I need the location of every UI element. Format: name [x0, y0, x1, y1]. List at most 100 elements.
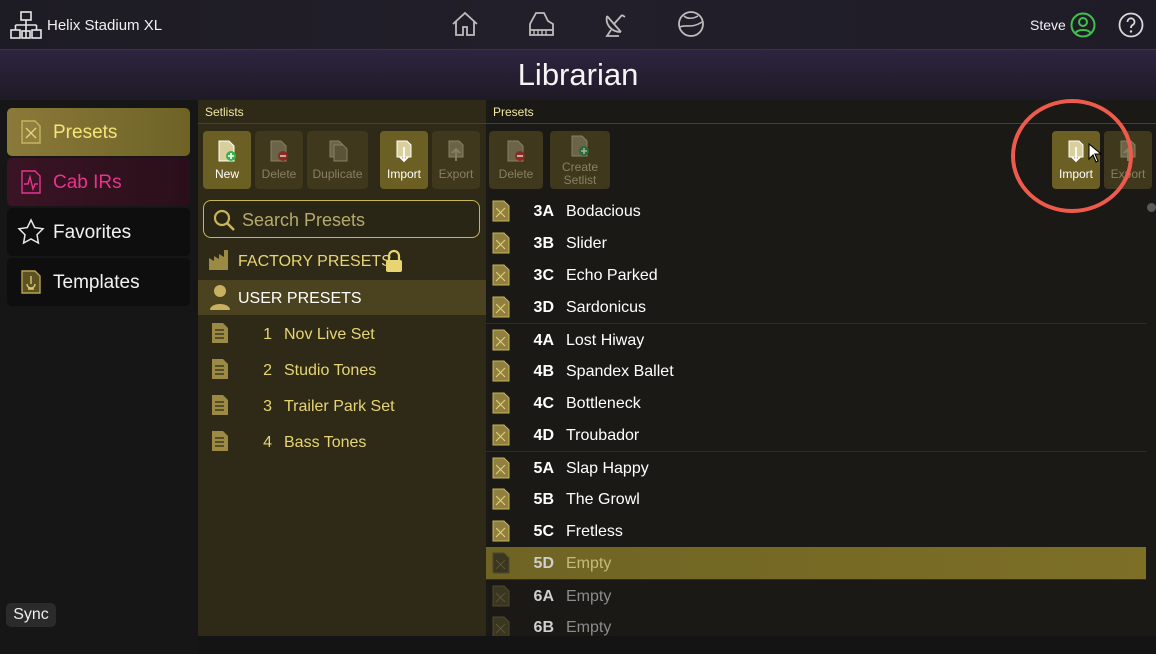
scrollbar-thumb[interactable] [1147, 203, 1156, 212]
preset-row[interactable]: 4C Bottleneck [486, 387, 1146, 419]
new-setlist-button[interactable]: New [203, 131, 251, 189]
setlist-item[interactable]: 2 Studio Tones [198, 352, 486, 388]
preset-row[interactable]: 3C Echo Parked [486, 259, 1146, 291]
preset-id: 6B [533, 619, 554, 636]
import-setlist-button[interactable]: Import [380, 131, 428, 189]
preset-name: Troubador [566, 427, 640, 444]
export-icon [448, 140, 464, 161]
sidebar-item-templates[interactable]: Templates [7, 258, 190, 306]
sidebar-item-label: Templates [53, 272, 140, 293]
sync-button[interactable]: Sync [6, 603, 56, 627]
create-setlist-button[interactable]: Create Setlist [550, 131, 610, 189]
setlist-item[interactable]: 1 Nov Live Set [198, 316, 486, 352]
search-box[interactable] [203, 200, 480, 238]
preset-name: Lost Hiway [566, 332, 645, 349]
setlist-item[interactable]: 4 Bass Tones [198, 424, 486, 460]
preset-name: Empty [566, 588, 612, 605]
setlist-number: 1 [263, 326, 272, 343]
setlist-number: 2 [263, 362, 272, 379]
setlist-doc-icon [212, 431, 228, 451]
sidebar: Presets Cab IRs Favorites Templates Sync [0, 100, 198, 654]
preset-icon [21, 120, 41, 144]
preset-row[interactable]: 4B Spandex Ballet [486, 355, 1146, 387]
preset-row[interactable]: 5C Fretless [486, 515, 1146, 547]
preset-name: The Growl [566, 491, 640, 508]
duplicate-icon [329, 140, 347, 162]
preset-name: Echo Parked [566, 267, 658, 284]
preset-row[interactable]: 5D Empty [486, 547, 1146, 579]
preset-icon [492, 488, 510, 510]
preset-id: 3C [533, 267, 554, 284]
preset-name: Fretless [566, 523, 623, 540]
bottom-strip [198, 636, 1156, 654]
setlist-number: 3 [263, 398, 272, 415]
search-icon [213, 209, 235, 231]
preset-icon [492, 457, 510, 479]
sidebar-item-favorites[interactable]: Favorites [7, 208, 190, 256]
sidebar-item-label: Presets [53, 122, 118, 143]
preset-icon [492, 264, 510, 286]
sidebar-item-label: Favorites [53, 222, 132, 243]
preset-id: 3D [533, 299, 554, 316]
sidebar-item-presets[interactable]: Presets [7, 108, 190, 156]
preset-id: 4D [533, 427, 554, 444]
preset-icon [492, 616, 510, 636]
user-name[interactable]: Steve [1030, 17, 1066, 33]
title-bar: Librarian [0, 50, 1156, 100]
search-input[interactable] [242, 209, 472, 231]
preset-icon [492, 329, 510, 351]
preset-id: 4A [533, 332, 554, 349]
preset-row[interactable]: 3D Sardonicus [486, 291, 1146, 323]
import-icon [396, 140, 412, 163]
setlist-name: Nov Live Set [284, 326, 375, 343]
sidebar-item-label: Cab IRs [53, 172, 122, 193]
setlist-name: Trailer Park Set [284, 398, 395, 415]
piano-icon[interactable] [526, 10, 556, 38]
setlist-item[interactable]: 3 Trailer Park Set [198, 388, 486, 424]
setlist-doc-icon [212, 323, 228, 343]
export-setlist-button[interactable]: Export [432, 131, 480, 189]
preset-icon [492, 360, 510, 382]
preset-row[interactable]: 6B Empty [486, 611, 1146, 636]
preset-icon [492, 552, 510, 574]
user-presets-row[interactable]: USER PRESETS [198, 280, 486, 315]
factory-presets-label: FACTORY PRESETS [238, 253, 392, 270]
preset-id: 5C [533, 523, 554, 540]
preset-id: 5A [533, 460, 554, 477]
factory-presets-row[interactable]: FACTORY PRESETS [198, 244, 486, 278]
preset-id: 5B [533, 491, 554, 508]
setlist-name: Studio Tones [284, 362, 377, 379]
template-icon [21, 270, 41, 294]
preset-name: Sardonicus [566, 299, 647, 316]
star-icon [17, 218, 45, 245]
lock-icon [386, 249, 402, 272]
device-name[interactable]: Helix Stadium XL [47, 17, 162, 34]
help-icon[interactable] [1118, 12, 1144, 38]
duplicate-setlist-button[interactable]: Duplicate [307, 131, 368, 189]
home-icon[interactable] [450, 10, 480, 38]
preset-row[interactable]: 4D Troubador [486, 419, 1146, 451]
preset-icon [492, 232, 510, 254]
satellite-dish-icon[interactable] [601, 10, 631, 38]
new-doc-icon [571, 135, 589, 157]
preset-id: 4C [533, 395, 554, 412]
globe-icon[interactable] [676, 10, 706, 38]
top-bar: Helix Stadium XL Steve [0, 0, 1156, 50]
sidebar-item-cab-irs[interactable]: Cab IRs [7, 158, 190, 206]
preset-icon [492, 424, 510, 446]
delete-preset-button[interactable]: Delete [489, 131, 543, 189]
preset-row[interactable]: 3B Slider [486, 227, 1146, 259]
setlist-doc-icon [212, 359, 228, 379]
preset-row[interactable]: 4A Lost Hiway [486, 323, 1146, 355]
preset-row[interactable]: 6A Empty [486, 579, 1146, 611]
preset-row[interactable]: 5A Slap Happy [486, 451, 1146, 483]
preset-icon [492, 200, 510, 222]
preset-row[interactable]: 5B The Growl [486, 483, 1146, 515]
librarian-window: Helix Stadium XL Steve Librarian Presets… [0, 0, 1156, 654]
setlists-panel: Setlists New Delete Duplicate Import Exp… [198, 100, 486, 636]
network-icon[interactable] [10, 10, 42, 40]
setlist-doc-icon [212, 395, 228, 415]
preset-name: Empty [566, 555, 612, 572]
delete-setlist-button[interactable]: Delete [255, 131, 303, 189]
user-circle-icon[interactable] [1070, 12, 1096, 38]
